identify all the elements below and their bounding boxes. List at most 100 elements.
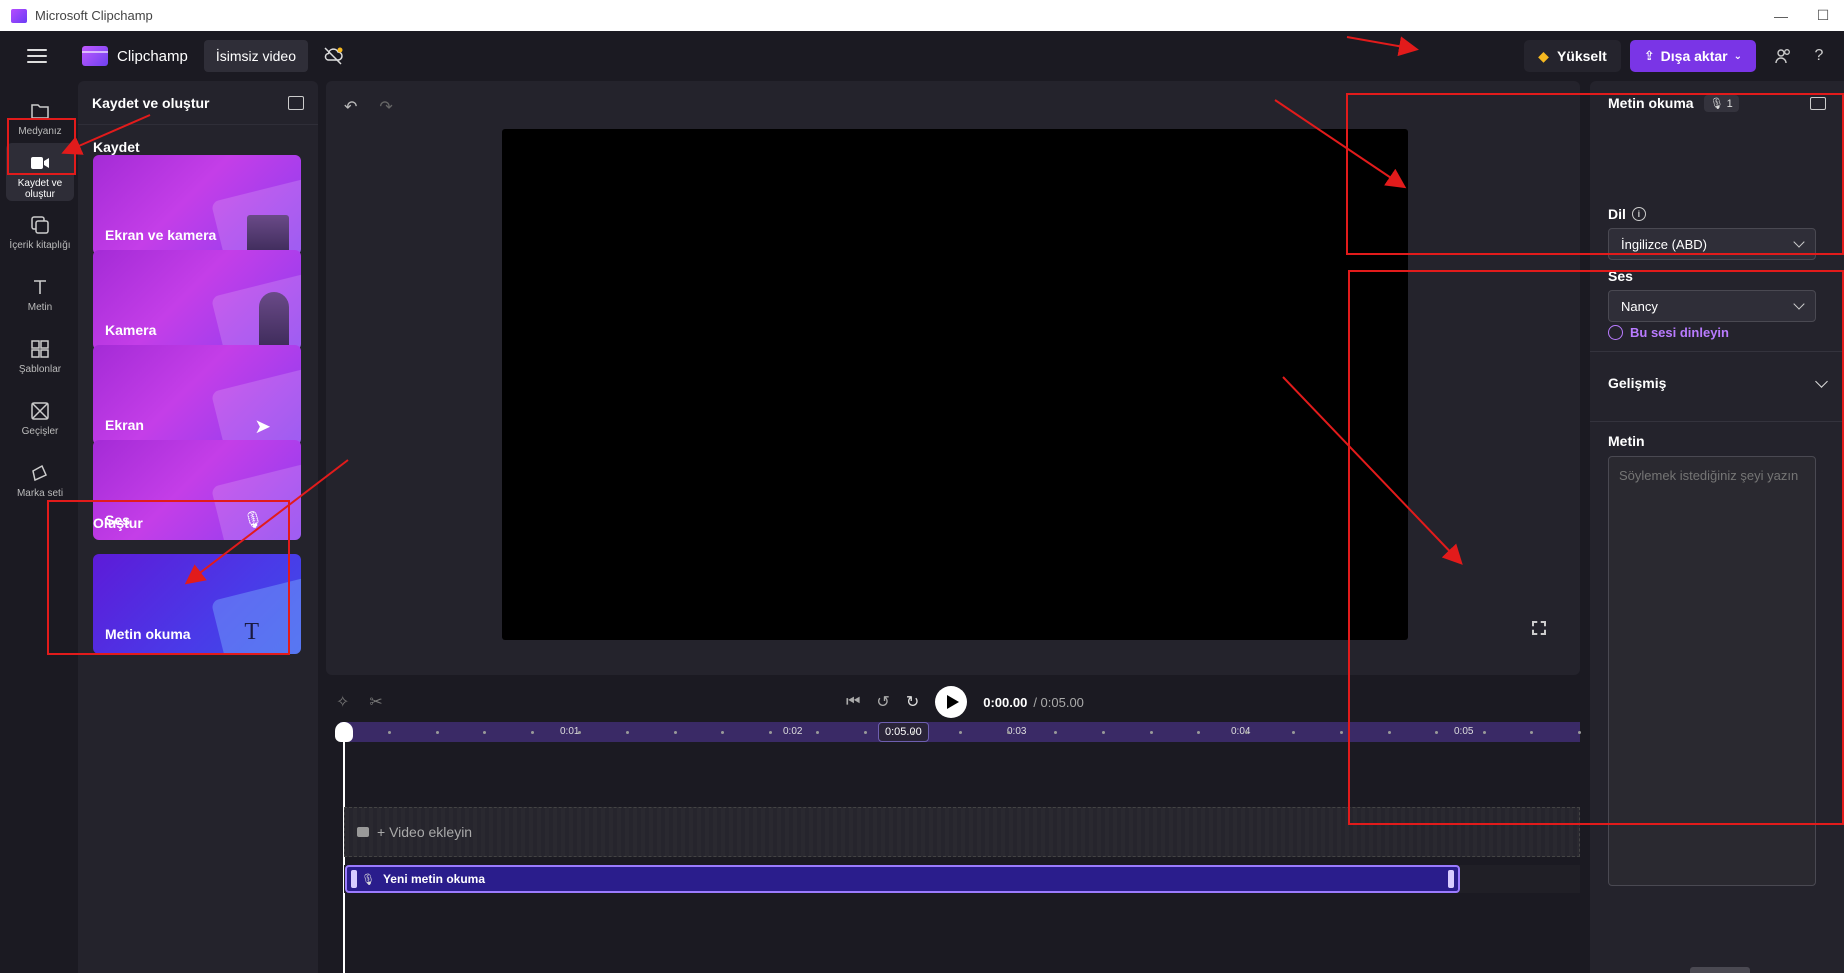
chevron-down-icon: ⌄ xyxy=(1733,50,1742,62)
magic-wand-icon[interactable]: ✧ xyxy=(336,692,349,712)
skip-to-start-icon[interactable]: ⏮ xyxy=(846,693,860,711)
rail-label: Metin xyxy=(27,302,53,313)
card-screen-and-camera[interactable]: Ekran ve kamera xyxy=(93,155,301,255)
annotation-box-text xyxy=(1348,270,1844,825)
help-icon[interactable]: ? xyxy=(1808,45,1830,67)
rail-label: Geçişler xyxy=(21,426,59,437)
export-button[interactable]: ⇪ Dışa aktar ⌄ xyxy=(1629,40,1756,72)
clipchamp-logo xyxy=(82,46,108,66)
current-time: 0:00.00 xyxy=(983,694,1028,710)
brand-kit-icon xyxy=(29,462,51,484)
upgrade-button[interactable]: ◆ Yükselt xyxy=(1524,40,1621,72)
annotation-box-rail xyxy=(7,118,76,175)
ruler-tick xyxy=(816,731,820,734)
rewind-5-icon[interactable]: ↺ xyxy=(876,692,889,712)
hamburger-menu-icon[interactable] xyxy=(27,49,47,63)
total-time: / 0:05.00 xyxy=(1033,694,1084,710)
clipchamp-app-icon xyxy=(11,8,27,23)
ruler-label: 0:02 xyxy=(783,726,803,737)
ruler-tick xyxy=(1054,731,1058,734)
cloud-sync-off-icon[interactable] xyxy=(322,45,344,67)
tts-clip[interactable]: 🎙 Yeni metin okuma xyxy=(345,865,1460,893)
forward-5-icon[interactable]: ↻ xyxy=(906,692,919,712)
window-controls: — ☐ xyxy=(1760,0,1844,31)
person-thumbnail xyxy=(247,215,289,255)
ruler-tick xyxy=(1197,731,1201,734)
card-label: Kamera xyxy=(105,322,157,338)
ruler-tick xyxy=(483,731,487,734)
rail-label: İçerik kitaplığı xyxy=(9,240,71,251)
annotation-box-language-voice xyxy=(1346,93,1844,255)
card-screen[interactable]: ➤ Ekran xyxy=(93,345,301,445)
add-video-label-group: + Video ekleyin xyxy=(357,824,472,840)
ruler-tick xyxy=(911,731,915,734)
ruler-tick xyxy=(1292,731,1296,734)
person-thumbnail xyxy=(259,292,289,350)
ruler-tick xyxy=(530,731,534,734)
playback-controls: ⏮ ↺ ↻ 0:00.00 / 0:05.00 xyxy=(846,686,1084,718)
record-section-title: Kaydet xyxy=(93,139,140,155)
media-icon xyxy=(357,827,369,837)
annotation-box-tts-card xyxy=(47,500,290,655)
timeline-end-marker[interactable]: 0:05.00 xyxy=(878,722,929,742)
rail-label: Marka seti xyxy=(16,488,64,499)
tts-clip-label: Yeni metin okuma xyxy=(382,872,485,886)
rail-label: Şablonlar xyxy=(18,364,62,375)
ruler-tick xyxy=(673,731,677,734)
ruler-tick xyxy=(721,731,725,734)
card-camera[interactable]: Kamera xyxy=(93,250,301,350)
ruler-tick xyxy=(626,731,629,734)
brand-name: Clipchamp xyxy=(117,47,188,65)
templates-icon xyxy=(29,338,51,360)
ruler-tick xyxy=(578,731,582,734)
header-actions: ◆ Yükselt ⇪ Dışa aktar ⌄ ? xyxy=(1524,31,1844,81)
panel-scrollbar[interactable] xyxy=(1690,967,1750,973)
panel-title: Kaydet ve oluştur xyxy=(92,94,210,111)
content-library-icon xyxy=(29,214,51,236)
ruler-tick xyxy=(959,731,963,734)
project-title-field[interactable]: İsimsiz video xyxy=(203,40,309,72)
window-titlebar: Microsoft Clipchamp — ☐ xyxy=(0,0,1844,31)
add-video-label: + Video ekleyin xyxy=(377,824,473,840)
ruler-tick xyxy=(1244,731,1248,734)
undo-icon[interactable]: ↶ xyxy=(344,97,357,117)
redo-icon[interactable]: ↷ xyxy=(379,97,392,117)
playhead-handle[interactable] xyxy=(335,722,353,742)
timeline-tools: ✧ ✂ xyxy=(336,692,383,712)
ruler-label: 0:01 xyxy=(560,726,580,737)
card-label: Ekran xyxy=(105,417,144,433)
rail-label: Kaydet ve oluştur xyxy=(17,178,63,200)
rail-item-text[interactable]: Metin xyxy=(6,267,74,325)
rail-item-content-library[interactable]: İçerik kitaplığı xyxy=(6,205,74,263)
upgrade-label: Yükselt xyxy=(1556,48,1607,64)
scissors-icon[interactable]: ✂ xyxy=(369,692,382,712)
card-label: Ekran ve kamera xyxy=(105,227,217,243)
ruler-tick xyxy=(1102,731,1105,734)
rail-item-transitions[interactable]: Geçişler xyxy=(6,391,74,449)
transitions-icon xyxy=(29,400,51,422)
tts-voice-icon: 🎙 xyxy=(361,873,375,886)
clip-left-handle[interactable] xyxy=(351,870,357,888)
rail-item-templates[interactable]: Şablonlar xyxy=(6,329,74,387)
ruler-tick xyxy=(864,731,867,734)
share-people-icon[interactable] xyxy=(1772,45,1794,67)
cursor-icon: ➤ xyxy=(254,416,271,438)
clip-right-handle[interactable] xyxy=(1448,870,1454,888)
window-title: Microsoft Clipchamp xyxy=(35,8,153,23)
ruler-tick xyxy=(768,731,772,734)
ruler-tick xyxy=(1340,731,1343,734)
collapse-panel-icon[interactable] xyxy=(288,95,304,110)
ruler-label: 0:03 xyxy=(1007,726,1027,737)
play-button[interactable] xyxy=(935,686,968,718)
upload-icon: ⇪ xyxy=(1643,48,1655,63)
undo-redo-group: ↶ ↷ xyxy=(344,97,393,117)
panel-header: Kaydet ve oluştur xyxy=(78,81,318,125)
maximize-button[interactable]: ☐ xyxy=(1802,0,1844,31)
ruler-tick xyxy=(435,731,439,734)
app-window: Microsoft Clipchamp — ☐ Clipchamp İsimsi… xyxy=(0,0,1844,973)
app-header: Clipchamp İsimsiz video ◆ Yükselt ⇪ Dışa… xyxy=(0,31,1844,81)
minimize-button[interactable]: — xyxy=(1760,0,1802,31)
video-preview-canvas[interactable] xyxy=(502,129,1408,640)
ruler-tick xyxy=(1006,731,1010,734)
ruler-tick xyxy=(1149,731,1153,734)
